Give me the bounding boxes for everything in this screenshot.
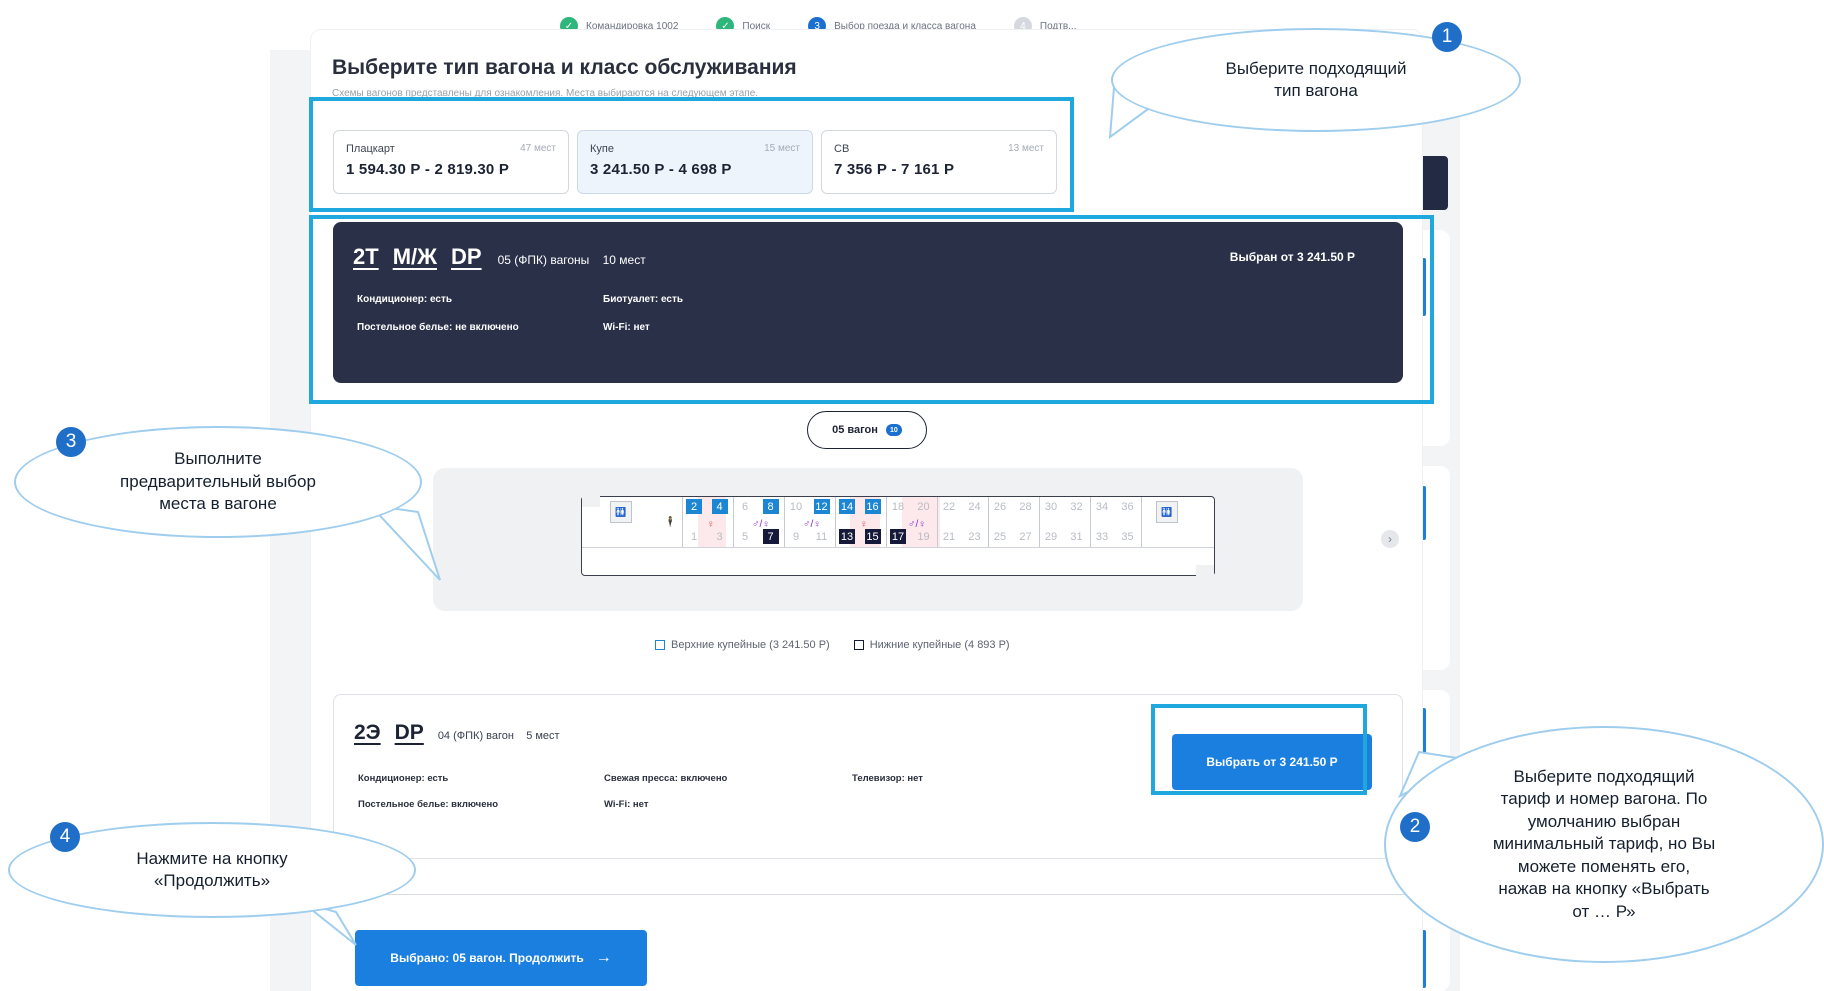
callout-text: Выполните предварительный выбор места в … [120,449,316,514]
callout-text: Выберите подходящий тип вагона [1225,58,1407,100]
callout-text: Выберите подходящий тариф и номер вагона… [1492,766,1716,921]
callout-number-1: 1 [1432,22,1462,52]
callout-number-2: 2 [1400,812,1430,842]
callout-text: Нажмите на кнопку «Продолжить» [136,848,288,890]
callout-bubble-2: Выберите подходящий тариф и номер вагона… [1384,726,1824,963]
callout-tail [367,503,441,581]
callout-number-3: 3 [56,427,86,457]
callout-number-4: 4 [50,822,80,852]
